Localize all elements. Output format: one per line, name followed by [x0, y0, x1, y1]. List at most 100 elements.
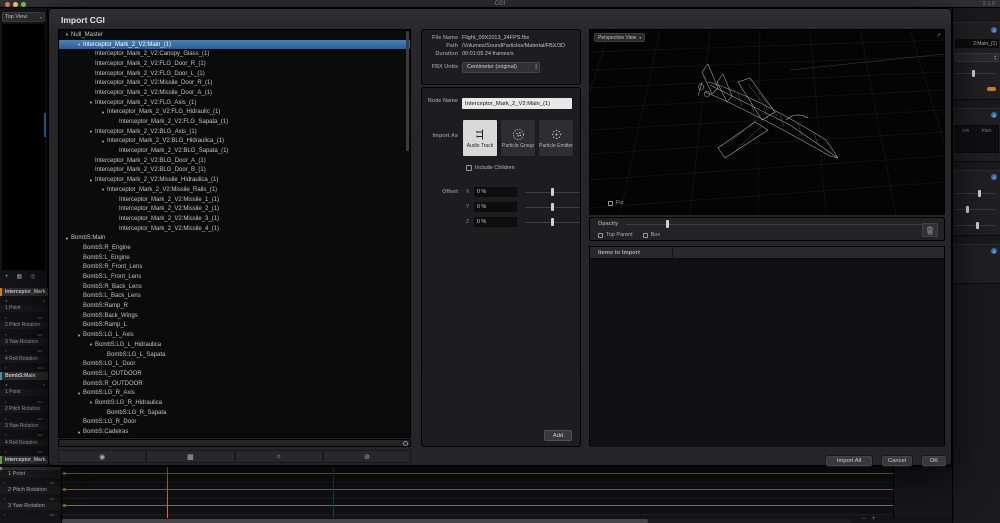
tree-item[interactable]: ▼ BombS:LG_L_Axis [59, 330, 410, 340]
expand-arrow-icon[interactable]: ▼ [75, 333, 83, 338]
offset-value-field[interactable]: 0 % [474, 187, 517, 197]
inspector-dropdown[interactable]: ▴▾ [955, 53, 999, 62]
camera-filter-button[interactable]: ◉ [58, 450, 146, 463]
track-row[interactable]: 3 Yaw Rotation [0, 338, 48, 346]
inspector-slider[interactable] [956, 225, 996, 226]
inspector-slider[interactable] [956, 73, 996, 74]
expand-arrow-icon[interactable]: ▼ [87, 100, 95, 105]
box-checkbox[interactable] [643, 233, 648, 238]
info-icon[interactable]: i [991, 27, 997, 33]
opacity-slider[interactable] [626, 224, 936, 225]
info-icon[interactable]: i [991, 174, 997, 180]
tree-item[interactable]: Interceptor_Mark_2_V2:BLG_Door_B_(1) [59, 166, 410, 176]
track-row[interactable]: ▪ ◂ ▸ ▫ [0, 313, 48, 321]
tree-item[interactable]: BombS:LG_R_Sapata [59, 408, 410, 418]
zoom-in-icon[interactable]: + [872, 516, 876, 522]
expand-arrow-icon[interactable]: ▼ [63, 32, 71, 37]
cancel-button[interactable]: Cancel [881, 455, 913, 467]
expand-arrow-icon[interactable]: ▼ [99, 110, 107, 115]
expand-arrow-icon[interactable]: ▼ [75, 391, 83, 396]
tree-vertical-scrollbar[interactable] [406, 31, 409, 151]
mute-indicator[interactable] [987, 87, 996, 91]
timeline-lane[interactable] [62, 499, 893, 515]
tree-item[interactable]: BombS:LG_L_Door [59, 359, 410, 369]
offset-value-field[interactable]: 0 % [474, 217, 517, 227]
tree-item[interactable]: Interceptor_Mark_2_V2:Missile_Door_R_(1) [59, 78, 410, 88]
tree-item[interactable]: Interceptor_Mark_2_V2:Missile_2_(1) [59, 204, 410, 214]
expand-arrow-icon[interactable]: ▼ [87, 400, 95, 405]
light-filter-button[interactable]: ☼ [235, 450, 323, 463]
import-all-button[interactable]: Import All [825, 455, 873, 467]
tree-item[interactable]: ▼ Interceptor_Mark_2_V2:BLG_Axis_(1) [59, 127, 410, 137]
ok-button[interactable]: OK [921, 455, 947, 467]
automation-line[interactable] [62, 473, 893, 474]
timeline-track-label-row[interactable]: 3 Yaw Rotation ▪ ◂ ▸ ▫ [0, 502, 61, 518]
track-row[interactable]: ◂ ▸ [0, 380, 48, 388]
automation-line[interactable] [62, 505, 893, 506]
view-selector-top[interactable]: Top View ▾ [2, 12, 45, 22]
tree-item[interactable]: ▼ Interceptor_Mark_2_V2:FLG_Axis_(1) [59, 98, 410, 108]
track-row[interactable]: 1 Point [0, 305, 48, 313]
tree-item[interactable]: BombS:Back_Wings [59, 311, 410, 321]
track-row[interactable]: 3 Yaw Rotation [0, 422, 48, 430]
tree-item[interactable]: ▼ Interceptor_Mark_2_V2:Main_(1) [59, 40, 410, 50]
track-row[interactable]: 4 Roll Rotation [0, 439, 48, 447]
track-row[interactable]: 1 Point [0, 389, 48, 397]
automation-line[interactable] [62, 489, 893, 490]
expand-arrow-icon[interactable]: ▼ [87, 178, 95, 183]
timeline-scrollbar-thumb[interactable] [62, 519, 648, 523]
include-children-checkbox[interactable] [466, 165, 472, 171]
mesh-filter-button[interactable]: ▦ [146, 450, 234, 463]
grid-icon[interactable]: ▦ [17, 272, 23, 282]
slider-thumb[interactable] [551, 218, 554, 226]
tree-item[interactable]: Interceptor_Mark_2_V2:Missile_3_(1) [59, 214, 410, 224]
tree-item[interactable]: BombS:R_Front_Lens [59, 263, 410, 273]
inspector-slider[interactable] [956, 209, 996, 210]
info-icon[interactable]: i [991, 248, 997, 254]
expand-arrow-icon[interactable]: ▼ [63, 236, 71, 241]
tree-item[interactable]: Interceptor_Mark_2_V2:FLG_Door_R_(1) [59, 59, 410, 69]
tree-item[interactable]: ▼ BombS:Cadeiras [59, 427, 410, 437]
track-row[interactable]: BombS:Main [0, 372, 48, 380]
tree-item[interactable]: ▼ Interceptor_Mark_2_V2:FLG_Hidraulic_(1… [59, 108, 410, 118]
expand-arrow-icon[interactable]: ▼ [75, 430, 83, 435]
tree-item[interactable]: BombS:R_Engine [59, 243, 410, 253]
expand-viewport-icon[interactable]: ↗ [936, 32, 941, 39]
tree-item[interactable]: ▼ BombS:LG_L_Hidraulica [59, 340, 410, 350]
opacity-slider-thumb[interactable] [666, 220, 669, 228]
tree-item[interactable]: BombS:L_OUTDOOR [59, 369, 410, 379]
fbx-units-dropdown[interactable]: Centimeter (original) ▴▾ [462, 62, 540, 73]
add-icon[interactable]: + [5, 272, 9, 282]
inspector-table[interactable]: GR Pitch [955, 125, 999, 153]
tree-item[interactable]: Interceptor_Mark_2_V2:Missile_4_(1) [59, 224, 410, 234]
offset-slider[interactable] [525, 217, 580, 227]
null-filter-button[interactable]: ⊘ [323, 450, 411, 463]
target-icon[interactable]: ◎ [30, 272, 35, 282]
import-as-particle-emitter[interactable]: Particle Emitter [538, 119, 574, 157]
inspector-slider[interactable] [956, 193, 996, 194]
delete-button[interactable] [922, 223, 938, 237]
offset-slider[interactable] [525, 202, 580, 212]
expand-arrow-icon[interactable]: ▼ [99, 187, 107, 192]
slider-thumb[interactable] [551, 188, 554, 196]
offset-slider[interactable] [525, 187, 580, 197]
tree-item[interactable]: BombS:L_Back_Lens [59, 292, 410, 302]
expand-arrow-icon[interactable]: ▼ [99, 139, 107, 144]
expand-arrow-icon[interactable]: ▼ [75, 42, 83, 47]
track-row[interactable]: ▪ ◂ ▸ ▫ [0, 347, 48, 355]
node-name-field[interactable]: 2:Main_(1) [955, 39, 999, 48]
tree-item[interactable]: ▼ Interceptor_Mark_2_V2:BLG_Hidraulica_(… [59, 137, 410, 147]
tree-item[interactable]: Interceptor_Mark_2_V2:BLG_Sapata_(1) [59, 146, 410, 156]
zoom-out-icon[interactable]: − [862, 516, 866, 522]
tree-horizontal-scrollbar[interactable] [58, 439, 411, 447]
track-row[interactable]: Interceptor_Mark_2_ [0, 456, 48, 464]
top-parent-checkbox[interactable] [598, 233, 603, 238]
track-row[interactable]: 2 Pitch Rotation [0, 322, 48, 330]
expand-arrow-icon[interactable]: ▼ [87, 129, 95, 134]
info-icon[interactable]: i [991, 112, 997, 118]
tree-item[interactable]: BombS:LG_L_Sapata [59, 350, 410, 360]
tree-item[interactable]: Interceptor_Mark_2_V2:FLG_Door_L_(1) [59, 69, 410, 79]
tree-item[interactable]: BombS:L_Front_Lens [59, 272, 410, 282]
timeline-lane[interactable] [62, 467, 893, 483]
track-row[interactable]: 2 Pitch Rotation [0, 405, 48, 413]
